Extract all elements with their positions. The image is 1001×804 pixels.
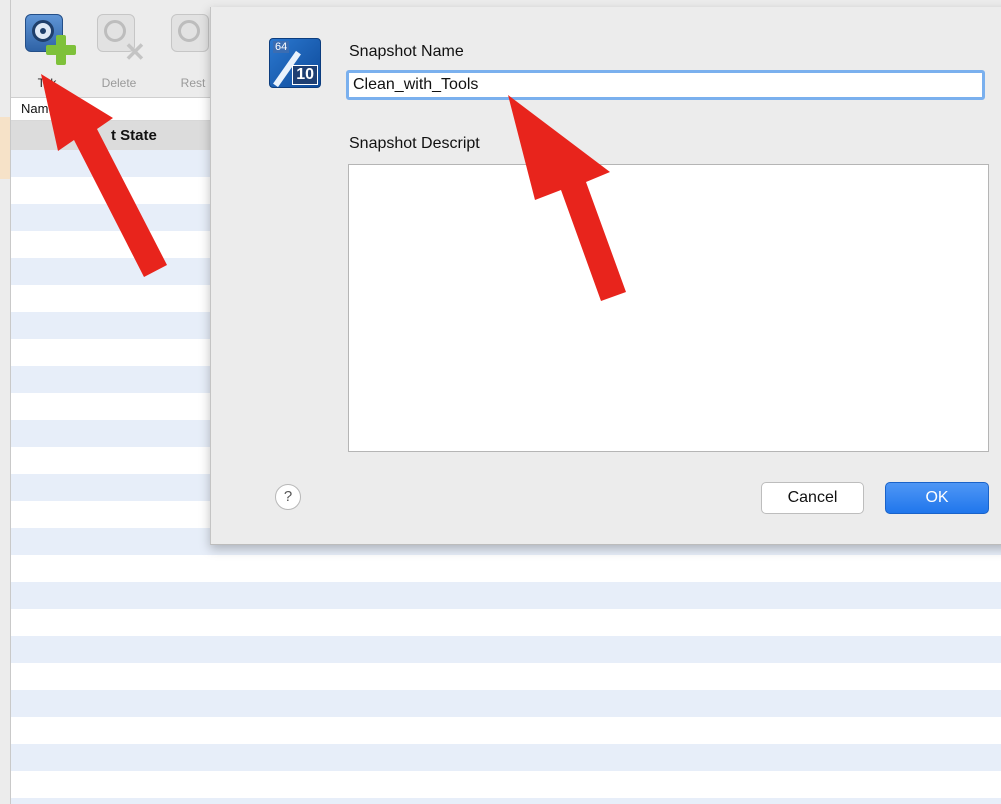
snapshot-description-label: Snapshot Descript <box>349 135 480 152</box>
vm-version-badge: 10 <box>292 65 318 85</box>
selection-marker <box>0 117 10 179</box>
take-snapshot-dialog: 64 10 Snapshot Name Snapshot Descript ? … <box>210 7 1001 545</box>
window-left-edge <box>0 0 11 804</box>
take-snapshot-button[interactable]: Tak <box>15 6 79 94</box>
snapshot-name-input[interactable] <box>346 70 985 100</box>
help-icon: ? <box>283 488 293 505</box>
ok-button[interactable]: OK <box>885 482 989 514</box>
delete-label: Delete <box>101 76 137 90</box>
virtualbox-window: Tak ✕ Delete Rest Nam t State 64 10 Snap… <box>0 0 1001 804</box>
delete-snapshot-button[interactable]: ✕ Delete <box>87 6 151 94</box>
snapshot-name-label: Snapshot Name <box>349 43 464 60</box>
help-button[interactable]: ? <box>275 484 301 510</box>
delete-snapshot-icon: ✕ <box>97 14 146 67</box>
restore-snapshot-icon <box>171 14 209 52</box>
vm-arch-badge: 64 <box>273 41 290 53</box>
current-state-label: t State <box>111 127 157 144</box>
cancel-button[interactable]: Cancel <box>761 482 864 514</box>
name-column-header[interactable]: Nam <box>21 101 48 116</box>
snapshot-description-textarea[interactable] <box>348 164 989 452</box>
vm-os-icon: 64 10 <box>269 38 321 88</box>
take-snapshot-icon <box>25 14 76 65</box>
take-label: Tak <box>37 76 57 90</box>
